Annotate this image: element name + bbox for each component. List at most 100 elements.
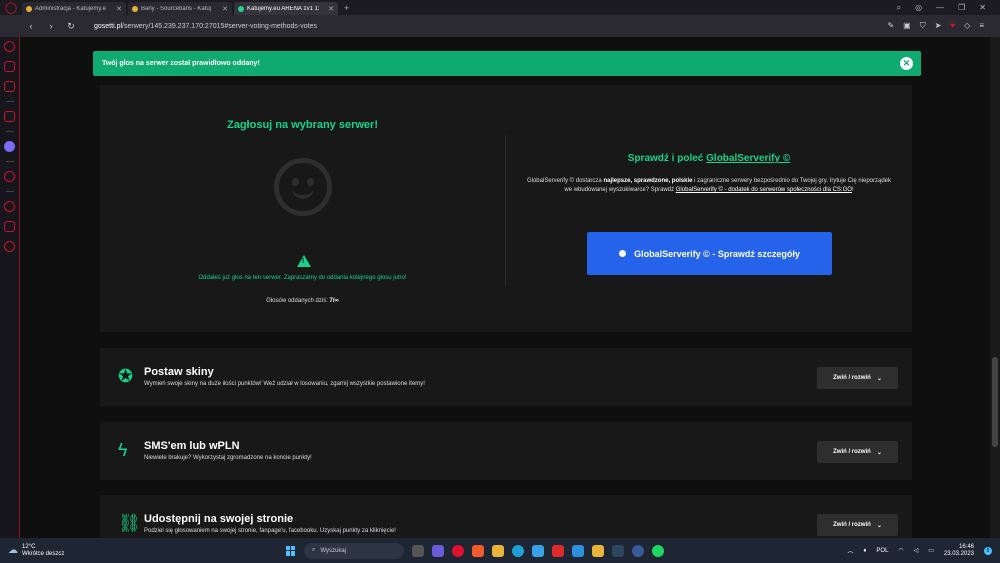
taskbar-apps: ⌕ Wyszukaj <box>286 542 664 559</box>
settings-icon[interactable] <box>4 241 15 252</box>
opera-logo-icon[interactable]: ◯ <box>0 0 22 15</box>
twitch-icon[interactable] <box>4 81 15 92</box>
send-icon[interactable]: ➤ <box>935 21 942 31</box>
cube-icon[interactable]: ◇ <box>964 21 970 31</box>
promo-description: GlobalServerify © dostarcza najlepsze, s… <box>526 177 892 195</box>
card-title: Udostępnij na swojej stronie <box>144 513 294 525</box>
search-icon: ⌕ <box>312 547 316 553</box>
edit-icon[interactable]: ✎ <box>887 21 894 31</box>
steam-icon[interactable] <box>612 544 624 557</box>
wifi-icon[interactable]: ◠ <box>898 547 903 554</box>
windows-start-icon[interactable] <box>286 545 296 556</box>
clock-date: 23.03.2023 <box>943 550 974 557</box>
search-placeholder: Wyszukaj <box>320 547 346 554</box>
sidebar-divider <box>5 101 14 102</box>
volume-icon[interactable]: ◁ <box>914 547 919 554</box>
edge-icon[interactable] <box>512 544 524 557</box>
toggle-button[interactable]: Zwiń / rozwiń ⌄ <box>817 367 898 389</box>
address-bar-actions: ✎ ▣ ⛉ ➤ ♥ ◇ ≡ <box>887 21 1000 31</box>
tab-close-icon[interactable]: ✕ <box>222 5 228 13</box>
vote-info-text: Oddałeś już głos na ten serwer. Zaprasza… <box>198 275 407 281</box>
apps-icon[interactable] <box>4 111 15 122</box>
globalserverify-logo-icon <box>619 250 627 257</box>
vote-status: Zagłosuj na wybrany serwer! ! Oddałeś ju… <box>100 85 505 332</box>
tab-close-icon[interactable]: ✕ <box>116 5 122 13</box>
promo-desc-end: ! <box>851 187 854 193</box>
tab-administracja[interactable]: Administracja - Katujemy.e ✕ <box>22 2 126 15</box>
opera-taskbar-icon[interactable] <box>452 544 464 557</box>
snapshot-icon[interactable]: ◎ <box>915 3 922 13</box>
page-scrollbar[interactable] <box>990 37 1000 538</box>
sidebar-divider <box>5 131 14 132</box>
speed-dial-icon[interactable] <box>4 41 15 52</box>
browser-tab-bar: ◯ Administracja - Katujemy.e ✕ Bany - So… <box>0 0 1000 15</box>
app-red-icon[interactable] <box>552 544 564 557</box>
chevron-down-icon: ⌄ <box>876 375 882 382</box>
scrollbar-thumb[interactable] <box>992 357 998 447</box>
system-tray: ︿ ♦ POL ◠ ◁ ▭ 16:46 23.03.2023 5 <box>847 544 1000 558</box>
promo-title-link[interactable]: GlobalServerify © <box>706 153 790 164</box>
weather-widget[interactable]: ☁ 12°C Wkrótce deszcz <box>0 544 140 558</box>
url-domain: gosetti.pl <box>94 22 123 30</box>
app-avatar-icon[interactable] <box>632 544 644 557</box>
shield-icon[interactable]: ⛉ <box>920 21 926 31</box>
close-window-button[interactable]: ✕ <box>979 3 986 13</box>
promo-desc-link[interactable]: GlobalServerify © - dodatek do serwerów … <box>676 187 852 193</box>
task-view-icon[interactable] <box>412 544 424 557</box>
windows-taskbar: ☁ 12°C Wkrótce deszcz ⌕ Wyszukaj ︿ ♦ POL… <box>0 538 1000 563</box>
toggle-button[interactable]: Zwiń / rozwiń ⌄ <box>817 441 898 463</box>
maximize-button[interactable]: ❐ <box>958 3 965 13</box>
toast-close-button[interactable]: ✕ <box>900 57 913 70</box>
url-field[interactable]: gosetti.pl/serwery/145.239.237.170:27015… <box>94 23 317 30</box>
player-icon[interactable] <box>4 171 15 182</box>
vote-panel: Zagłosuj na wybrany serwer! ! Oddałeś ju… <box>100 85 912 332</box>
tab-close-icon[interactable]: ✕ <box>328 5 334 13</box>
toggle-button-label: Zwiń / rozwiń <box>833 522 871 528</box>
new-tab-button[interactable]: + <box>344 3 349 13</box>
teams-icon[interactable] <box>432 544 444 557</box>
microphone-icon[interactable]: ♦ <box>863 548 866 554</box>
weather-desc: Wkrótce deszcz <box>22 550 65 557</box>
link-icon: ⛓ <box>118 513 141 533</box>
reload-icon[interactable]: ↻ <box>66 21 76 32</box>
tab-title: Bany - Sourcebans - Katuj <box>141 5 212 12</box>
app-blue-icon[interactable] <box>572 544 584 557</box>
store-icon[interactable] <box>532 544 544 557</box>
brave-icon[interactable] <box>472 544 484 557</box>
smiley-eye <box>307 178 314 186</box>
toggle-button[interactable]: Zwiń / rozwiń ⌄ <box>817 514 898 536</box>
camera-icon[interactable]: ▣ <box>903 21 911 31</box>
taskbar-search[interactable]: ⌕ Wyszukaj <box>304 542 404 559</box>
battery-icon[interactable]: ▭ <box>928 547 934 554</box>
history-icon[interactable] <box>4 201 15 212</box>
promo-desc-bold: najlepsze, sprawdzone, polskie <box>603 178 693 184</box>
toast-message: Twój głos na serwer został prawidłowo od… <box>102 60 260 67</box>
tab-favicon-icon <box>26 5 32 12</box>
back-icon[interactable]: ‹ <box>26 21 36 31</box>
smiley-eye <box>292 178 299 186</box>
clock[interactable]: 16:46 23.03.2023 <box>944 544 974 558</box>
tab-katujemy-arena[interactable]: Katujemy.eu ARENA 1v1 1: ✕ <box>234 2 338 15</box>
card-title: SMS'em lub wPLN <box>144 440 240 452</box>
shopping-icon[interactable] <box>4 61 15 72</box>
globalserverify-details-button[interactable]: GlobalServerify © - Sprawdź szczegóły <box>587 232 832 275</box>
warning-glyph: ! <box>302 258 305 265</box>
menu-icon[interactable]: ≡ <box>979 21 984 31</box>
spotify-icon[interactable] <box>652 544 664 557</box>
sidebar-divider <box>5 161 14 162</box>
minimize-button[interactable]: — <box>936 3 944 13</box>
messenger-icon[interactable] <box>4 141 15 152</box>
forward-icon[interactable]: › <box>46 21 56 31</box>
app-yellow-icon[interactable] <box>592 544 604 557</box>
search-tabs-icon[interactable]: ⌕ <box>897 3 901 13</box>
heart-icon[interactable]: ♥ <box>950 21 955 31</box>
sidebar-divider <box>5 191 14 192</box>
tray-chevron-icon[interactable]: ︿ <box>847 546 853 555</box>
notification-badge[interactable]: 5 <box>984 546 992 555</box>
tab-bany[interactable]: Bany - Sourcebans - Katuj ✕ <box>128 2 232 15</box>
tab-title: Katujemy.eu ARENA 1v1 1: <box>247 5 320 12</box>
file-explorer-icon[interactable] <box>492 544 504 557</box>
language-indicator[interactable]: POL <box>876 548 888 554</box>
promo-desc-part: GlobalServerify © dostarcza <box>526 178 602 184</box>
extensions-icon[interactable] <box>4 221 15 232</box>
